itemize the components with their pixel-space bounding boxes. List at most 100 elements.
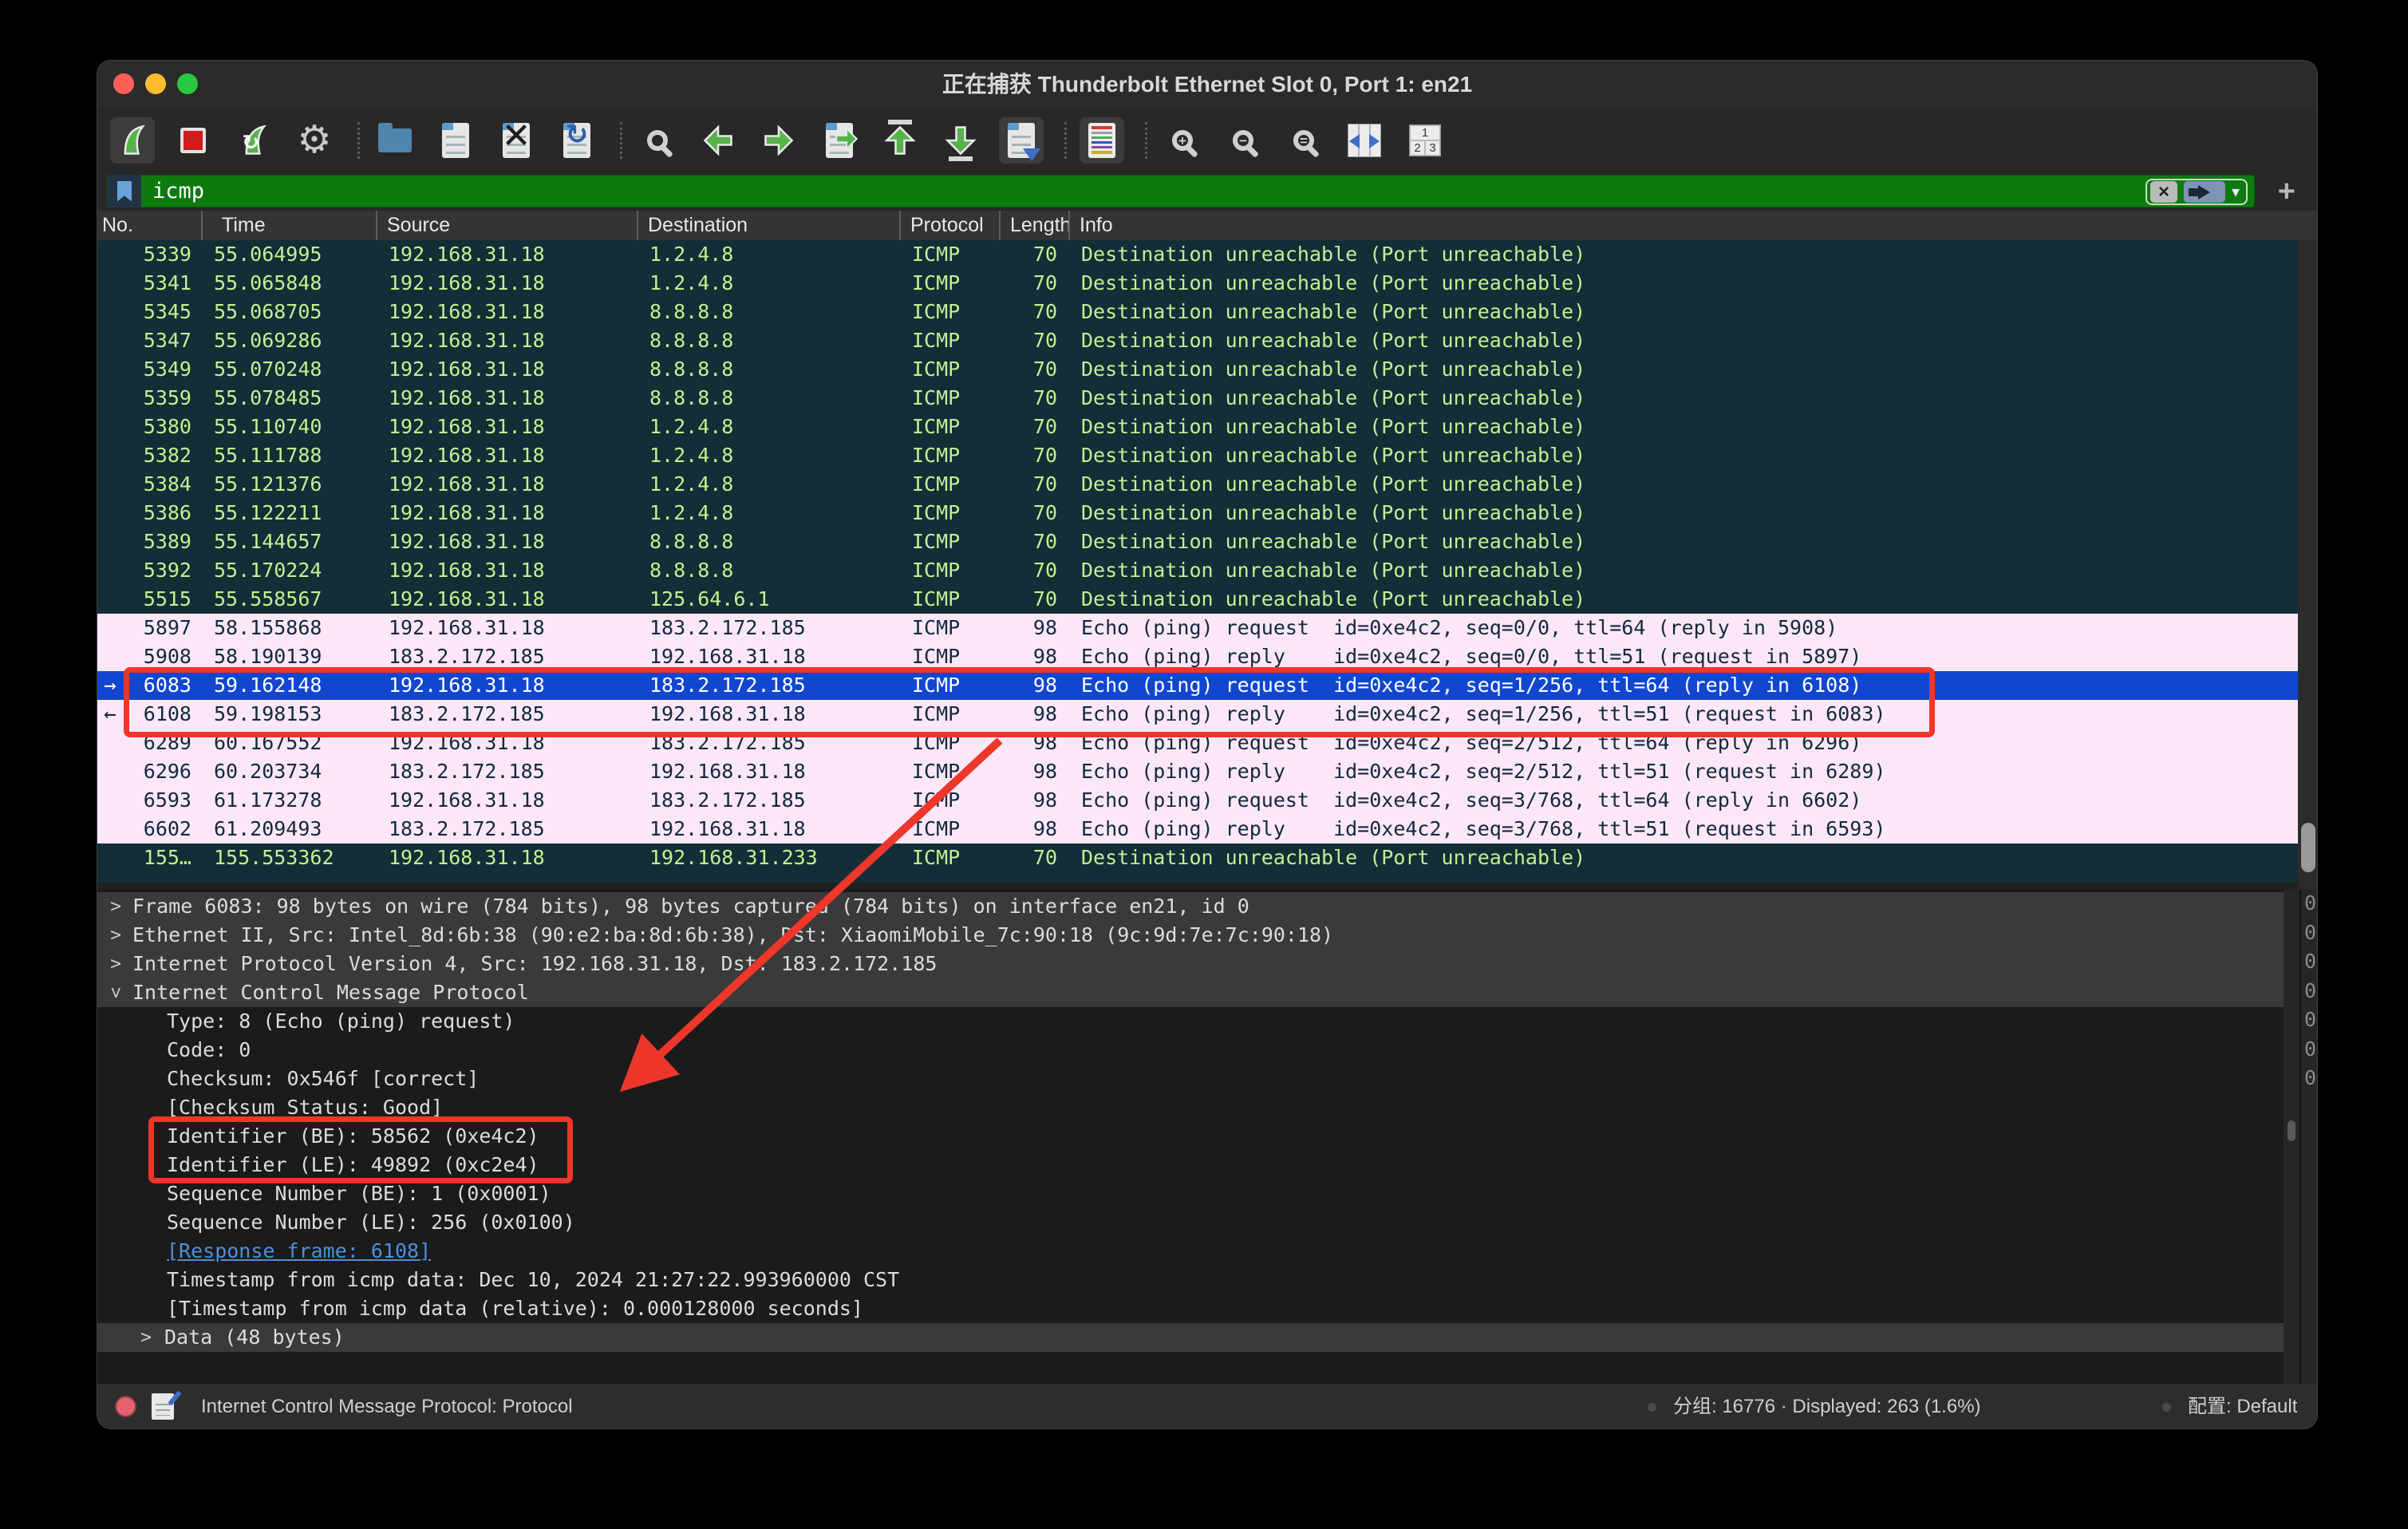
capture-comment-icon[interactable] [152,1393,174,1420]
response-frame-link[interactable]: [Response frame: 6108] [97,1239,431,1262]
packet-row[interactable]: 534155.065848192.168.31.181.2.4.8ICMP70D… [97,269,2298,298]
details-scrollbar[interactable] [2284,889,2299,1384]
chevron-collapsed-icon[interactable]: > [105,892,126,921]
status-profile[interactable]: 配置: Default [2188,1384,2297,1429]
go-back-button[interactable] [696,117,740,164]
packet-row[interactable]: 534555.068705192.168.31.188.8.8.8ICMP70D… [97,298,2298,326]
stop-capture-button[interactable] [171,117,215,164]
packet-row[interactable]: 590858.190139183.2.172.185192.168.31.18I… [97,642,2298,671]
detail-tree-row[interactable]: Identifier (LE): 49892 (0xc2e4) [97,1151,2284,1179]
column-header-no[interactable]: No. [97,211,203,240]
packet-row[interactable]: 538655.122211192.168.31.181.2.4.8ICMP70D… [97,499,2298,527]
filter-clear-button[interactable]: × [2150,181,2177,203]
packet-row[interactable]: 589758.155868192.168.31.18183.2.172.185I… [97,614,2298,642]
filter-dropdown-caret[interactable]: ▾ [2232,182,2240,202]
zoom-in-button[interactable]: + [1160,117,1205,164]
detail-tree-row[interactable]: >Ethernet II, Src: Intel_8d:6b:38 (90:e2… [97,921,2284,950]
packet-row[interactable]: 539255.170224192.168.31.188.8.8.8ICMP70D… [97,556,2298,585]
zoom-reset-button[interactable]: = [1281,117,1326,164]
packet-row[interactable]: 538955.144657192.168.31.188.8.8.8ICMP70D… [97,527,2298,556]
display-filter-input[interactable]: icmp × ▾ + [107,175,2255,207]
packet-row[interactable]: 659361.173278192.168.31.18183.2.172.185I… [97,786,2298,815]
packet-row[interactable]: 535955.078485192.168.31.188.8.8.8ICMP70D… [97,384,2298,413]
chevron-collapsed-icon[interactable]: > [136,1323,156,1352]
chevron-expanded-icon[interactable]: > [101,982,130,1003]
go-to-top-button[interactable] [878,117,922,164]
packet-row[interactable]: →608359.162148192.168.31.18183.2.172.185… [97,671,2298,700]
detail-tree-row[interactable]: Type: 8 (Echo (ping) request) [97,1007,2284,1036]
column-header-time[interactable]: Time [203,211,377,240]
cell-length: 70 [1001,499,1070,527]
detail-tree-row[interactable]: [Timestamp from icmp data (relative): 0.… [97,1294,2284,1323]
layout-button[interactable]: 1 2 3 [1403,117,1447,164]
cell-length: 98 [1001,729,1070,757]
detail-tree-row[interactable]: >Frame 6083: 98 bytes on wire (784 bits)… [97,892,2284,921]
cell-info: Destination unreachable (Port unreachabl… [1070,298,2298,326]
auto-scroll-button[interactable] [999,117,1044,164]
find-packet-button[interactable] [635,117,680,164]
go-forward-button[interactable] [756,117,801,164]
packet-row[interactable]: 534755.069286192.168.31.188.8.8.8ICMP70D… [97,326,2298,355]
detail-tree-row[interactable]: Identifier (BE): 58562 (0xe4c2) [97,1122,2284,1151]
column-header-protocol[interactable]: Protocol [901,211,1001,240]
zoom-out-icon: − [1233,130,1253,151]
capture-options-button[interactable]: ⚙ [292,117,337,164]
packet-list-scrollbar[interactable] [2298,240,2318,889]
reload-file-button[interactable]: ↻ [555,117,599,164]
chevron-collapsed-icon[interactable]: > [105,950,126,978]
start-capture-button[interactable] [110,117,155,164]
open-file-button[interactable] [373,117,417,164]
packet-row[interactable]: 534955.070248192.168.31.188.8.8.8ICMP70D… [97,355,2298,384]
expert-info-indicator[interactable] [115,1396,136,1417]
cell-destination: 8.8.8.8 [638,355,901,384]
cell-protocol: ICMP [901,240,1001,269]
close-button[interactable] [113,73,134,94]
detail-tree-row[interactable]: [Checksum Status: Good] [97,1093,2284,1122]
packet-row[interactable]: 533955.064995192.168.31.181.2.4.8ICMP70D… [97,240,2298,269]
column-header-destination[interactable]: Destination [638,211,901,240]
close-file-button[interactable]: ✕ [494,117,539,164]
detail-tree-row[interactable]: Code: 0 [97,1036,2284,1065]
packet-row[interactable]: 155…155.553362192.168.31.18192.168.31.23… [97,844,2298,872]
fullscreen-button[interactable] [177,73,198,94]
title-bar[interactable]: 正在捕获 Thunderbolt Ethernet Slot 0, Port 1… [97,61,2317,109]
column-header-length[interactable]: Length [1001,211,1070,240]
detail-tree-row[interactable]: >Data (48 bytes) [97,1323,2284,1352]
save-file-button[interactable] [433,117,478,164]
packet-row[interactable]: 660261.209493183.2.172.185192.168.31.18I… [97,815,2298,844]
go-to-packet-button[interactable] [817,117,862,164]
resize-columns-button[interactable] [1342,117,1387,164]
detail-tree-row[interactable]: Checksum: 0x546f [correct] [97,1065,2284,1093]
filter-add-button[interactable]: + [2278,179,2295,205]
column-header-source[interactable]: Source [377,211,638,240]
packet-row[interactable]: 629660.203734183.2.172.185192.168.31.18I… [97,757,2298,786]
packet-row[interactable]: 628960.167552192.168.31.18183.2.172.185I… [97,729,2298,757]
colorize-button[interactable] [1080,117,1124,164]
filter-bookmark-button[interactable] [108,175,141,207]
scrollbar-thumb[interactable] [2301,823,2315,872]
detail-tree-row[interactable]: Sequence Number (BE): 1 (0x0001) [97,1179,2284,1208]
filter-apply-button[interactable] [2184,181,2225,203]
detail-tree-row[interactable]: Sequence Number (LE): 256 (0x0100) [97,1208,2284,1237]
packet-row[interactable]: 538455.121376192.168.31.181.2.4.8ICMP70D… [97,470,2298,499]
details-scrollbar-thumb[interactable] [2288,1120,2295,1141]
horizontal-scrollbar[interactable] [97,883,2298,889]
go-to-bottom-button[interactable] [938,117,983,164]
chevron-collapsed-icon[interactable]: > [105,921,126,950]
zoom-out-button[interactable]: − [1221,117,1265,164]
minimize-button[interactable] [145,73,166,94]
cell-no: 5345 [97,298,203,326]
packet-row[interactable]: ←610859.198153183.2.172.185192.168.31.18… [97,700,2298,729]
packet-list-header: No. Time Source Destination Protocol Len… [97,211,2318,240]
detail-tree-row[interactable]: [Response frame: 6108] [97,1237,2284,1266]
cell-info: Echo (ping) request id=0xe4c2, seq=3/768… [1070,786,2298,815]
packet-row[interactable]: 538255.111788192.168.31.181.2.4.8ICMP70D… [97,441,2298,470]
detail-tree-row[interactable]: Timestamp from icmp data: Dec 10, 2024 2… [97,1266,2284,1294]
packet-row[interactable]: 538055.110740192.168.31.181.2.4.8ICMP70D… [97,413,2298,441]
detail-tree-row[interactable]: >Internet Control Message Protocol [97,978,2284,1007]
restart-capture-button[interactable]: ↻ [231,117,276,164]
cell-destination: 8.8.8.8 [638,527,901,556]
packet-row[interactable]: 551555.558567192.168.31.18125.64.6.1ICMP… [97,585,2298,614]
column-header-info[interactable]: Info [1070,211,2318,240]
detail-tree-row[interactable]: >Internet Protocol Version 4, Src: 192.1… [97,950,2284,978]
